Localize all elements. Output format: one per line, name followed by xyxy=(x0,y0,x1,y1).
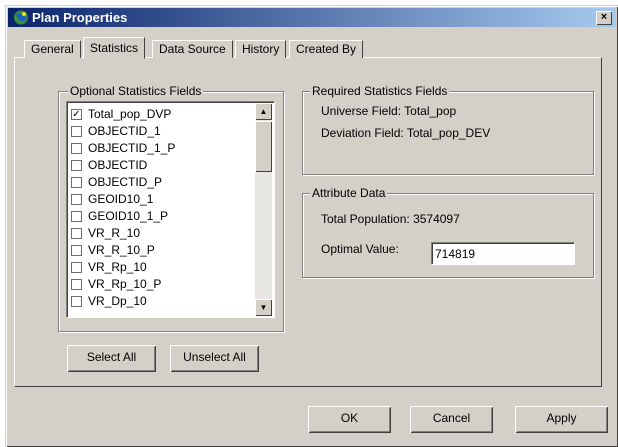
tab-data-source[interactable]: Data Source xyxy=(152,40,233,58)
apply-button[interactable]: Apply xyxy=(515,406,608,433)
checkbox[interactable]: ✓ xyxy=(71,109,82,120)
checkbox[interactable] xyxy=(71,126,82,137)
list-item-label: VR_Rp_10 xyxy=(88,260,147,274)
unselect-all-button[interactable]: Unselect All xyxy=(170,345,259,372)
list-item-label: GEOID10_1_P xyxy=(88,209,169,223)
deviation-field-text: Deviation Field: Total_pop_DEV xyxy=(321,126,491,140)
optional-stats-legend: Optional Statistics Fields xyxy=(68,84,204,98)
scroll-up-arrow-icon[interactable]: ▲ xyxy=(255,103,272,120)
select-all-button[interactable]: Select All xyxy=(67,345,156,372)
list-item-label: OBJECTID_1 xyxy=(88,124,161,138)
checkbox[interactable] xyxy=(71,160,82,171)
list-item-label: VR_Dp_10 xyxy=(88,294,147,308)
checkbox[interactable] xyxy=(71,194,82,205)
cancel-button[interactable]: Cancel xyxy=(410,406,493,433)
list-item-label: VR_R_10 xyxy=(88,226,141,240)
universe-field-text: Universe Field: Total_pop xyxy=(321,104,457,118)
scroll-down-arrow-icon[interactable]: ▼ xyxy=(255,299,272,316)
optional-stats-list[interactable]: ✓ Total_pop_DVP OBJECTID_1 OBJECTID_1_P … xyxy=(66,101,275,318)
optimal-value-label: Optimal Value: xyxy=(321,242,399,256)
close-button[interactable]: × xyxy=(596,11,612,25)
checkbox[interactable] xyxy=(71,262,82,273)
list-item-label: OBJECTID_P xyxy=(88,175,163,189)
tab-created-by[interactable]: Created By xyxy=(289,40,364,58)
checkbox[interactable] xyxy=(71,143,82,154)
checkbox[interactable] xyxy=(71,211,82,222)
list-item-label: OBJECTID_1_P xyxy=(88,141,176,155)
checkbox[interactable] xyxy=(71,177,82,188)
attribute-data-legend: Attribute Data xyxy=(310,186,388,200)
tab-history[interactable]: History xyxy=(235,40,287,58)
scrollbar-thumb[interactable] xyxy=(255,121,272,172)
attribute-data-group xyxy=(302,193,594,278)
tab-statistics[interactable]: Statistics xyxy=(83,37,146,59)
list-item-label: OBJECTID xyxy=(88,158,148,172)
checkbox[interactable] xyxy=(71,296,82,307)
total-population-text: Total Population: 3574097 xyxy=(321,212,460,226)
required-stats-legend: Required Statistics Fields xyxy=(310,84,450,98)
ok-button[interactable]: OK xyxy=(308,406,391,433)
tab-general[interactable]: General xyxy=(24,40,81,58)
globe-app-icon xyxy=(14,10,28,25)
list-item-label: VR_Rp_10_P xyxy=(88,277,162,291)
list-item-label: GEOID10_1 xyxy=(88,192,154,206)
optimal-value-input[interactable]: 714819 xyxy=(431,242,575,265)
checkbox[interactable] xyxy=(71,228,82,239)
list-item-label: VR_R_10_P xyxy=(88,243,155,257)
checkbox[interactable] xyxy=(71,279,82,290)
window-title: Plan Properties xyxy=(32,10,128,25)
list-item-label: Total_pop_DVP xyxy=(88,107,172,121)
checkbox[interactable] xyxy=(71,245,82,256)
